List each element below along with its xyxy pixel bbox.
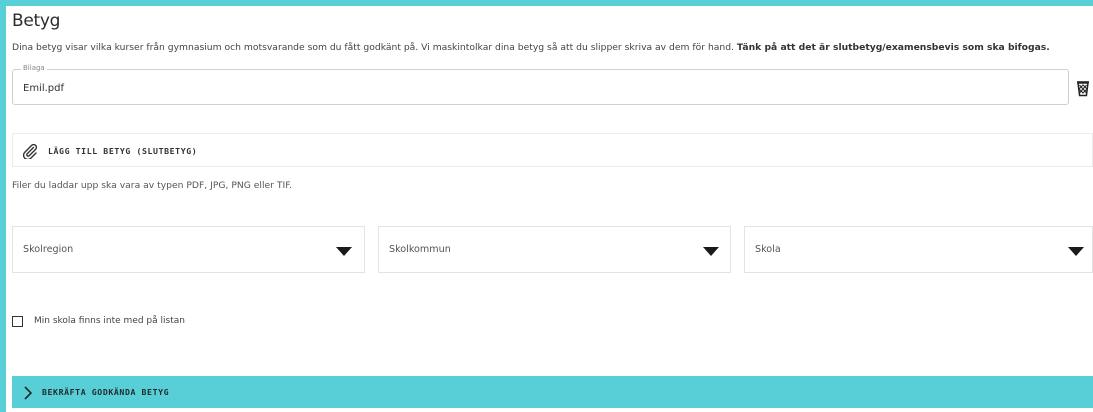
caret-down-icon [336,247,352,256]
description-text: Dina betyg visar vilka kurser från gymna… [12,42,737,53]
municipality-select[interactable]: Skolkommun [378,226,731,273]
attachment-filename: Emil.pdf [23,83,65,94]
section-title: Betyg [12,11,61,31]
region-select-placeholder: Skolregion [23,244,74,255]
confirm-grades-label: BEKRÄFTA GODKÄNDA BETYG [42,387,170,397]
region-select[interactable]: Skolregion [12,226,365,273]
caret-down-icon [1068,247,1084,256]
add-grade-label: LÄGG TILL BETYG (SLUTBETYG) [48,146,198,156]
paperclip-icon [22,143,38,161]
chevron-right-icon [23,385,33,400]
add-grade-button[interactable]: LÄGG TILL BETYG (SLUTBETYG) [12,133,1093,167]
section-description: Dina betyg visar vilka kurser från gymna… [12,42,1050,53]
school-select-placeholder: Skola [755,244,781,255]
description-emphasis: Tänk på att det är slutbetyg/examensbevi… [736,42,1050,53]
attachment-legend: Bilaga [21,64,47,72]
trash-icon[interactable] [1075,79,1091,97]
school-missing-checkbox[interactable] [12,316,23,327]
confirm-grades-accordion[interactable]: BEKRÄFTA GODKÄNDA BETYG [12,376,1093,408]
file-type-hint: Filer du laddar upp ska vara av typen PD… [12,180,292,191]
attachment-field[interactable]: Bilaga Emil.pdf [12,64,1069,105]
caret-down-icon [703,247,719,256]
section-frame [0,0,1093,412]
school-missing-label[interactable]: Min skola finns inte med på listan [34,316,185,326]
school-select[interactable]: Skola [744,226,1093,273]
municipality-select-placeholder: Skolkommun [389,244,451,255]
